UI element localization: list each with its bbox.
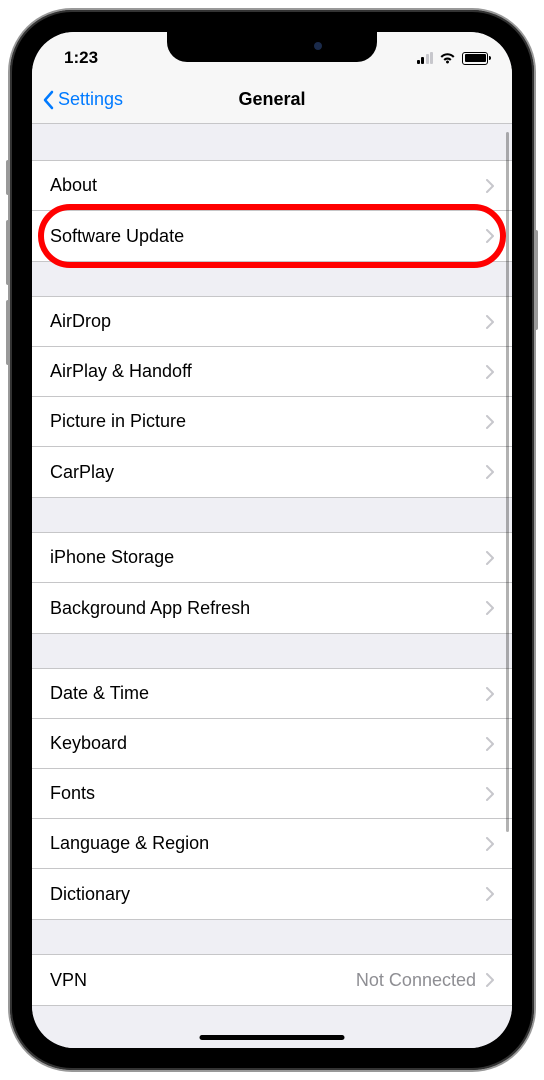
list-item-dictionary[interactable]: Dictionary [32, 869, 512, 919]
item-label: Background App Refresh [50, 598, 250, 619]
list-item-date-time[interactable]: Date & Time [32, 669, 512, 719]
chevron-right-icon [486, 601, 494, 615]
list-item-picture-in-picture[interactable]: Picture in Picture [32, 397, 512, 447]
chevron-right-icon [486, 973, 494, 987]
list-group: About Software Update [32, 160, 512, 262]
item-label: Software Update [50, 226, 184, 247]
chevron-right-icon [486, 465, 494, 479]
item-label: Date & Time [50, 683, 149, 704]
chevron-right-icon [486, 887, 494, 901]
item-label: VPN [50, 970, 87, 991]
item-label: Language & Region [50, 833, 209, 854]
volume-down-button [6, 300, 10, 365]
list-item-fonts[interactable]: Fonts [32, 769, 512, 819]
list-group: VPN Not Connected [32, 954, 512, 1006]
list-item-background-app-refresh[interactable]: Background App Refresh [32, 583, 512, 633]
chevron-right-icon [486, 551, 494, 565]
list-item-language-region[interactable]: Language & Region [32, 819, 512, 869]
notch [167, 32, 377, 62]
back-button[interactable]: Settings [42, 89, 123, 110]
item-label: Fonts [50, 783, 95, 804]
page-title: General [238, 89, 305, 110]
power-button [534, 230, 538, 330]
battery-icon [462, 52, 488, 65]
wifi-icon [439, 52, 456, 65]
list-group: iPhone Storage Background App Refresh [32, 532, 512, 634]
camera-dot [314, 42, 322, 50]
list-item-airdrop[interactable]: AirDrop [32, 297, 512, 347]
status-time: 1:23 [64, 40, 98, 68]
content-scroll[interactable]: About Software Update [32, 124, 512, 1048]
item-label: Dictionary [50, 884, 130, 905]
item-label: CarPlay [50, 462, 114, 483]
phone-bezel: 1:23 [18, 18, 526, 1062]
chevron-right-icon [486, 365, 494, 379]
item-label: Keyboard [50, 733, 127, 754]
list-item-software-update[interactable]: Software Update [32, 211, 512, 261]
chevron-right-icon [486, 415, 494, 429]
list-item-iphone-storage[interactable]: iPhone Storage [32, 533, 512, 583]
list-item-carplay[interactable]: CarPlay [32, 447, 512, 497]
chevron-right-icon [486, 229, 494, 243]
chevron-right-icon [486, 179, 494, 193]
list-item-about[interactable]: About [32, 161, 512, 211]
chevron-right-icon [486, 837, 494, 851]
item-label: AirDrop [50, 311, 111, 332]
list-group: Date & Time Keyboard Fonts Language & Re… [32, 668, 512, 920]
list-item-keyboard[interactable]: Keyboard [32, 719, 512, 769]
item-value: Not Connected [356, 970, 476, 991]
chevron-right-icon [486, 315, 494, 329]
item-label: iPhone Storage [50, 547, 174, 568]
list-item-vpn[interactable]: VPN Not Connected [32, 955, 512, 1005]
status-indicators [417, 44, 489, 65]
chevron-right-icon [486, 737, 494, 751]
home-indicator[interactable] [200, 1035, 345, 1040]
item-label: AirPlay & Handoff [50, 361, 192, 382]
list-item-airplay-handoff[interactable]: AirPlay & Handoff [32, 347, 512, 397]
navigation-bar: Settings General [32, 76, 512, 124]
back-label: Settings [58, 89, 123, 110]
mute-switch [6, 160, 10, 195]
scroll-indicator [506, 132, 509, 832]
volume-up-button [6, 220, 10, 285]
item-label: Picture in Picture [50, 411, 186, 432]
chevron-right-icon [486, 687, 494, 701]
item-label: About [50, 175, 97, 196]
screen: 1:23 [32, 32, 512, 1048]
phone-frame: 1:23 [10, 10, 534, 1070]
cellular-signal-icon [417, 52, 434, 64]
chevron-left-icon [42, 90, 54, 110]
chevron-right-icon [486, 787, 494, 801]
list-group: AirDrop AirPlay & Handoff Picture in Pic… [32, 296, 512, 498]
